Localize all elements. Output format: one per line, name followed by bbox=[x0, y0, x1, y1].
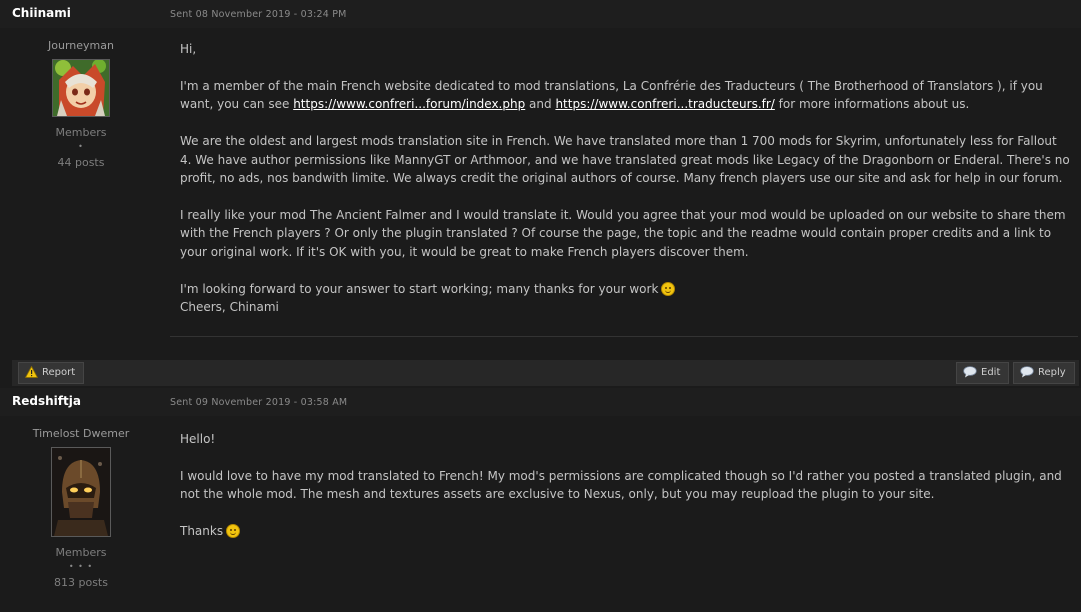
chat-bubble-icon bbox=[1020, 366, 1034, 386]
paragraph: I'm looking forward to your answer to st… bbox=[180, 280, 1070, 317]
happy-smiley-icon bbox=[226, 524, 241, 539]
post-divider bbox=[170, 336, 1078, 337]
paragraph-text: and bbox=[525, 97, 556, 112]
post-count: 44 posts bbox=[57, 156, 105, 169]
report-label: Report bbox=[42, 367, 76, 378]
chat-bubble-icon bbox=[963, 366, 977, 386]
message-post: Redshiftja Sent 09 November 2019 - 03:58… bbox=[0, 388, 1081, 612]
paragraph: Hi, bbox=[180, 42, 197, 56]
edit-label: Edit bbox=[981, 367, 1001, 378]
paragraph: I'm a member of the main French website … bbox=[180, 77, 1070, 114]
member-group: Members bbox=[55, 546, 107, 559]
warning-icon bbox=[24, 365, 39, 386]
post-body: Hi, I'm a member of the main French webs… bbox=[180, 40, 1070, 316]
post-count: 813 posts bbox=[54, 576, 108, 589]
post-header: Redshiftja Sent 09 November 2019 - 03:58… bbox=[0, 388, 1081, 416]
paragraph-text: I'm looking forward to your answer to st… bbox=[180, 281, 659, 296]
post-header: Chiinami Sent 08 November 2019 - 03:24 P… bbox=[0, 0, 1081, 28]
report-button[interactable]: Report bbox=[18, 362, 85, 386]
author-name-link[interactable]: Redshiftja bbox=[12, 394, 81, 408]
avatar-image bbox=[52, 448, 110, 536]
avatar-image bbox=[53, 60, 109, 116]
paragraph: Thanks bbox=[180, 522, 1070, 540]
confrerie-forum-link[interactable]: https://www.confreri...forum/index.php bbox=[293, 97, 525, 111]
wink-smiley-icon bbox=[661, 281, 676, 296]
paragraph-text: Thanks bbox=[180, 524, 224, 539]
post-body: Hello! I would love to have my mod trans… bbox=[180, 430, 1070, 559]
reply-button[interactable]: Reply bbox=[1013, 362, 1075, 384]
post-date: Sent 09 November 2019 - 03:58 AM bbox=[170, 397, 348, 408]
author-sidebar: Timelost Dwemer Members • • • 813 posts bbox=[12, 416, 150, 589]
paragraph-text: for more informations about us. bbox=[774, 97, 970, 112]
rank-pips: • • • bbox=[68, 562, 94, 571]
reply-label: Reply bbox=[1038, 367, 1066, 378]
author-sidebar: Journeyman Members • 44 posts bbox=[12, 28, 150, 169]
signature: Cheers, Chinami bbox=[180, 300, 279, 315]
author-rank: Timelost Dwemer bbox=[32, 427, 130, 440]
message-post: Chiinami Sent 08 November 2019 - 03:24 P… bbox=[0, 0, 1081, 388]
author-name-link[interactable]: Chiinami bbox=[12, 6, 71, 20]
avatar[interactable] bbox=[52, 59, 110, 117]
paragraph: Hello! bbox=[180, 432, 216, 446]
paragraph: I would love to have my mod translated t… bbox=[180, 468, 1062, 502]
post-actions-bar: Report Edit Reply bbox=[12, 360, 1079, 386]
edit-button[interactable]: Edit bbox=[956, 362, 1010, 386]
avatar[interactable] bbox=[51, 447, 111, 537]
member-group: Members bbox=[55, 126, 107, 139]
post-date: Sent 08 November 2019 - 03:24 PM bbox=[170, 9, 347, 20]
paragraph: We are the oldest and largest mods trans… bbox=[180, 134, 1070, 186]
confrerie-site-link[interactable]: https://www.confreri...traducteurs.fr/ bbox=[555, 97, 774, 111]
author-rank: Journeyman bbox=[48, 39, 114, 52]
paragraph: I really like your mod The Ancient Falme… bbox=[180, 207, 1066, 259]
rank-pips: • bbox=[78, 142, 84, 151]
